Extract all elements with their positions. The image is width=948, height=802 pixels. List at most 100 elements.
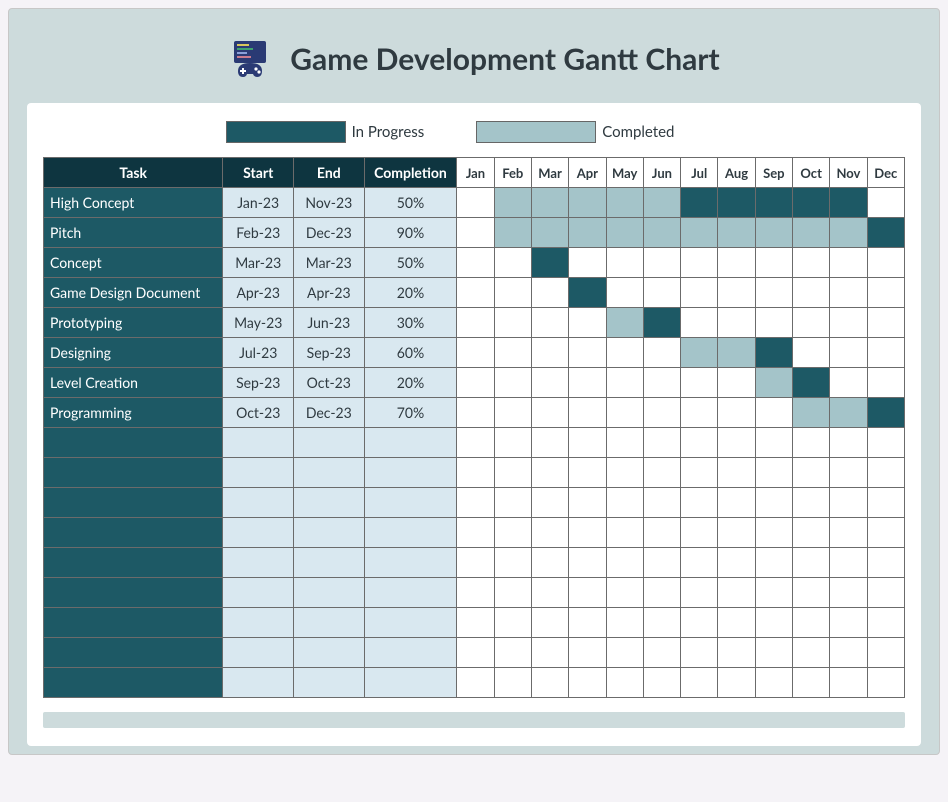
task-name-cell: Prototyping xyxy=(44,308,223,338)
gantt-cell xyxy=(531,668,568,698)
empty-row xyxy=(44,668,905,698)
gantt-cell xyxy=(643,578,680,608)
gantt-cell xyxy=(755,458,792,488)
gantt-cell xyxy=(531,308,568,338)
col-month-feb: Feb xyxy=(494,158,531,188)
gantt-cell xyxy=(793,458,830,488)
gantt-body: High ConceptJan-23Nov-2350%PitchFeb-23De… xyxy=(44,188,905,698)
task-row: DesigningJul-23Sep-2360% xyxy=(44,338,905,368)
gantt-cell xyxy=(830,218,867,248)
gantt-cell xyxy=(457,398,494,428)
gantt-cell xyxy=(569,458,606,488)
meta-cell xyxy=(294,608,365,638)
gantt-cell xyxy=(643,398,680,428)
gantt-cell xyxy=(830,458,867,488)
gantt-cell xyxy=(643,608,680,638)
task-end-cell: Jun-23 xyxy=(294,308,365,338)
col-month-oct: Oct xyxy=(793,158,830,188)
gantt-cell xyxy=(830,638,867,668)
gantt-cell xyxy=(718,548,755,578)
meta-cell xyxy=(364,578,457,608)
gantt-cell xyxy=(755,368,792,398)
meta-cell xyxy=(223,458,294,488)
gantt-cell xyxy=(494,188,531,218)
gantt-cell xyxy=(681,278,718,308)
gantt-cell xyxy=(643,668,680,698)
chart-header: Game Development Gantt Chart xyxy=(27,27,921,103)
gantt-cell xyxy=(867,398,904,428)
gantt-cell xyxy=(718,218,755,248)
gantt-cell xyxy=(755,248,792,278)
gantt-cell xyxy=(643,458,680,488)
task-name-cell: Level Creation xyxy=(44,368,223,398)
gantt-cell xyxy=(531,608,568,638)
gantt-cell xyxy=(830,368,867,398)
gantt-cell xyxy=(457,548,494,578)
col-month-aug: Aug xyxy=(718,158,755,188)
meta-cell xyxy=(294,518,365,548)
gantt-cell xyxy=(457,458,494,488)
gantt-cell xyxy=(606,338,643,368)
task-row: Level CreationSep-23Oct-2320% xyxy=(44,368,905,398)
gantt-cell xyxy=(793,548,830,578)
gantt-cell xyxy=(494,398,531,428)
task-end-cell: Oct-23 xyxy=(294,368,365,398)
gantt-cell xyxy=(681,608,718,638)
empty-row xyxy=(44,488,905,518)
gantt-cell xyxy=(681,398,718,428)
gantt-cell xyxy=(531,518,568,548)
meta-cell xyxy=(364,608,457,638)
task-end-cell: Nov-23 xyxy=(294,188,365,218)
gantt-cell xyxy=(755,548,792,578)
gantt-cell xyxy=(718,338,755,368)
meta-cell xyxy=(364,488,457,518)
task-end-cell: Mar-23 xyxy=(294,248,365,278)
gantt-cell xyxy=(793,248,830,278)
gantt-cell xyxy=(793,308,830,338)
task-row: PrototypingMay-23Jun-2330% xyxy=(44,308,905,338)
legend-swatch-in-progress xyxy=(226,121,346,143)
gantt-cell xyxy=(606,608,643,638)
gantt-cell xyxy=(867,608,904,638)
gantt-cell xyxy=(681,338,718,368)
gantt-cell xyxy=(681,518,718,548)
gantt-cell xyxy=(681,548,718,578)
gantt-cell xyxy=(755,308,792,338)
meta-cell xyxy=(294,488,365,518)
task-name-cell: High Concept xyxy=(44,188,223,218)
gantt-cell xyxy=(606,218,643,248)
gantt-cell xyxy=(531,188,568,218)
gantt-cell xyxy=(681,458,718,488)
task-start-cell: Oct-23 xyxy=(223,398,294,428)
meta-cell xyxy=(223,668,294,698)
task-end-cell: Dec-23 xyxy=(294,398,365,428)
gantt-cell xyxy=(793,368,830,398)
game-controller-icon xyxy=(228,37,272,81)
task-name-cell xyxy=(44,638,223,668)
gantt-cell xyxy=(830,608,867,638)
gantt-cell xyxy=(718,638,755,668)
gantt-cell xyxy=(755,578,792,608)
gantt-cell xyxy=(494,338,531,368)
gantt-cell xyxy=(793,428,830,458)
gantt-cell xyxy=(830,428,867,458)
gantt-cell xyxy=(606,248,643,278)
gantt-cell xyxy=(606,578,643,608)
gantt-cell xyxy=(681,218,718,248)
gantt-cell xyxy=(793,518,830,548)
gantt-cell xyxy=(643,518,680,548)
meta-cell xyxy=(364,518,457,548)
gantt-cell xyxy=(755,428,792,458)
task-completion-cell: 50% xyxy=(364,188,457,218)
task-start-cell: Jan-23 xyxy=(223,188,294,218)
empty-row xyxy=(44,578,905,608)
gantt-cell xyxy=(867,638,904,668)
gantt-cell xyxy=(457,488,494,518)
gantt-cell xyxy=(531,248,568,278)
meta-cell xyxy=(223,518,294,548)
empty-row xyxy=(44,458,905,488)
gantt-cell xyxy=(867,428,904,458)
legend-label-in-progress: In Progress xyxy=(352,123,425,141)
gantt-cell xyxy=(867,548,904,578)
gantt-cell xyxy=(457,308,494,338)
